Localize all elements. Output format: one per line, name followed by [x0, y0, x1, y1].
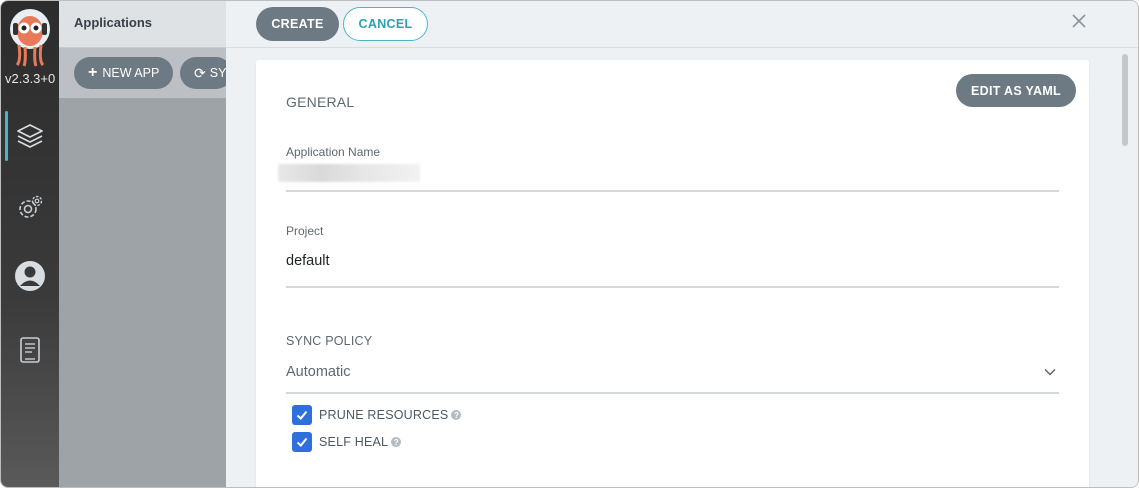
nav-item-settings[interactable]	[1, 183, 59, 233]
applications-header: Applications	[59, 1, 229, 48]
application-name-label: Application Name	[286, 145, 381, 159]
version-label: v2.3.3+0	[5, 71, 56, 86]
self-heal-checkbox[interactable]	[292, 432, 312, 452]
layers-icon	[17, 124, 43, 148]
panel-scrollbar[interactable]	[1119, 48, 1131, 487]
general-heading: GENERAL	[286, 94, 355, 110]
page-title: Applications	[74, 15, 153, 30]
plus-icon: +	[88, 64, 98, 81]
help-icon[interactable]: ?	[391, 437, 402, 447]
sync-policy-heading: SYNC POLICY	[286, 334, 373, 348]
new-app-button[interactable]: + NEW APP	[74, 57, 174, 89]
nav-item-user-info[interactable]	[1, 251, 59, 301]
sync-icon: ⟳	[194, 64, 206, 81]
panel-toolbar: CREATE CANCEL	[226, 1, 1138, 48]
prune-resources-row: PRUNE RESOURCES ?	[292, 405, 462, 425]
close-icon[interactable]	[1069, 11, 1089, 31]
project-input-underline	[286, 286, 1059, 288]
help-icon[interactable]: ?	[451, 410, 462, 420]
create-button[interactable]: CREATE	[256, 7, 339, 41]
self-heal-label: SELF HEAL	[319, 435, 389, 449]
scrollbar-thumb[interactable]	[1122, 54, 1128, 146]
application-name-value-redacted	[278, 164, 420, 182]
project-value[interactable]: default	[286, 253, 330, 269]
window-frame: v2.3.3+0 Applications + NEW APP ⟳ SY CRE…	[0, 0, 1139, 488]
self-heal-row: SELF HEAL ?	[292, 432, 402, 452]
cancel-button[interactable]: CANCEL	[343, 7, 428, 41]
gear-icon	[19, 195, 43, 218]
argo-logo	[10, 9, 50, 67]
sync-policy-select[interactable]: Automatic	[286, 364, 350, 380]
user-icon	[15, 261, 45, 291]
nav-rail: v2.3.3+0	[1, 1, 59, 487]
sync-label: SY	[209, 66, 227, 80]
edit-as-yaml-button[interactable]: EDIT AS YAML	[956, 74, 1076, 107]
sync-policy-underline	[286, 392, 1059, 394]
project-label: Project	[286, 224, 324, 238]
checkmark-icon	[296, 410, 308, 420]
prune-resources-checkbox[interactable]	[292, 405, 312, 425]
sync-apps-button[interactable]: ⟳ SY	[180, 57, 233, 89]
book-icon	[20, 337, 40, 363]
applications-view: Applications + NEW APP ⟳ SY	[59, 1, 233, 487]
prune-resources-label: PRUNE RESOURCES	[319, 408, 449, 422]
nav-item-documentation[interactable]	[1, 325, 59, 375]
create-app-panel: CREATE CANCEL EDIT AS YAML GENERAL Appli…	[226, 1, 1138, 487]
chevron-down-icon[interactable]	[1043, 365, 1057, 379]
checkmark-icon	[296, 437, 308, 447]
application-name-input[interactable]	[286, 190, 1059, 192]
applications-toolbar: + NEW APP ⟳ SY	[59, 48, 233, 98]
app-form-card: EDIT AS YAML GENERAL Application Name Pr…	[256, 60, 1089, 487]
new-app-label: NEW APP	[102, 66, 160, 80]
nav-item-applications[interactable]	[1, 111, 59, 161]
